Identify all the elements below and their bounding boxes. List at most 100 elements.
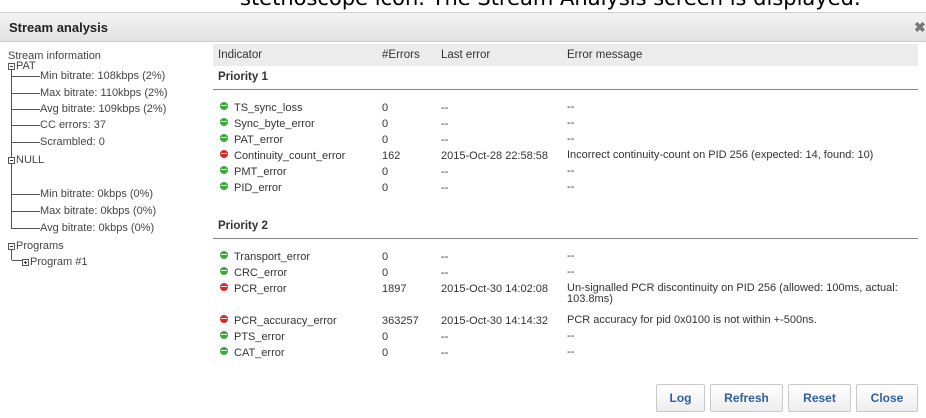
expand-icon[interactable] <box>22 258 29 266</box>
column-header-indicator: Indicator <box>218 49 263 61</box>
last-error-time: -- <box>441 102 449 114</box>
last-error-time: -- <box>441 347 449 359</box>
reset-button[interactable]: Reset <box>788 384 851 412</box>
table-row: PCR_accuracy_error 363257 2015-Oct-30 14:1… <box>213 315 918 327</box>
document-caption: stethoscope icon. The Stream Analysis sc… <box>0 0 926 12</box>
last-error-time: -- <box>441 251 449 263</box>
refresh-button[interactable]: Refresh <box>710 384 783 412</box>
table-row: CAT_error 0 -- -- <box>213 347 918 359</box>
error-message: -- <box>567 165 575 177</box>
status-ok-icon <box>220 251 228 259</box>
status-error-icon <box>220 283 228 291</box>
column-header-error-message: Error message <box>567 49 643 61</box>
error-count: 0 <box>382 251 389 263</box>
indicator-name: PTS_error <box>234 331 285 343</box>
indicator-name: CRC_error <box>234 267 288 279</box>
column-header-errors: #Errors <box>382 49 420 61</box>
tree-node-null[interactable]: NULL <box>8 154 44 166</box>
tree-node-pat-label: PAT <box>16 60 36 72</box>
tree-node-pat[interactable]: PAT <box>8 60 36 72</box>
tree-leaf-pat-scrambled: Scrambled: 0 <box>40 136 105 148</box>
column-header-last-error: Last error <box>441 49 491 61</box>
indicator-name: Sync_byte_error <box>234 118 315 130</box>
error-count: 0 <box>382 134 389 146</box>
table-row: Continuity_count_error 162 2015-Oct-28 22:… <box>213 150 918 162</box>
status-ok-icon <box>220 347 228 355</box>
indicator-name: PMT_error <box>234 166 287 178</box>
tree-leaf-pat-avg-bitrate: Avg bitrate: 109kbps (2%) <box>40 103 167 115</box>
error-message: PCR accuracy for pid 0x0100 is not withi… <box>567 314 817 326</box>
last-error-time: 2015-Oct-30 14:14:32 <box>441 315 549 327</box>
error-message: Un-signalled PCR discontinuity on PID 25… <box>567 282 898 305</box>
error-count: 162 <box>382 150 401 162</box>
last-error-time: -- <box>441 331 449 343</box>
close-button[interactable]: Close <box>856 384 918 412</box>
tree-leaf-pat-cc-errors: CC errors: 37 <box>40 119 107 131</box>
dialog-title: Stream analysis <box>9 20 109 35</box>
tree-node-program-1-label: Program #1 <box>30 256 88 268</box>
table-row: PTS_error 0 -- -- <box>213 331 918 343</box>
divider <box>213 89 918 90</box>
error-message: -- <box>567 181 575 193</box>
indicator-name: CAT_error <box>234 347 285 359</box>
status-error-icon <box>220 150 228 158</box>
tree-node-program-1[interactable]: Program #1 <box>22 256 87 268</box>
table-row: PMT_error 0 -- -- <box>213 166 918 178</box>
last-error-time: -- <box>441 118 449 130</box>
status-ok-icon <box>220 118 228 126</box>
status-ok-icon <box>220 102 228 110</box>
indicator-name: PAT_error <box>234 134 284 146</box>
caption-text: stethoscope icon. The Stream Analysis sc… <box>240 0 861 10</box>
log-button[interactable]: Log <box>656 384 705 412</box>
error-message: -- <box>567 346 575 358</box>
tree-node-programs-label: Programs <box>16 240 64 252</box>
table-row: PCR_error 1897 2015-Oct-30 14:02:08 Un-sign… <box>213 283 918 305</box>
close-icon[interactable]: ✖ <box>914 19 926 36</box>
error-count: 0 <box>382 166 389 178</box>
error-count: 363257 <box>382 315 419 327</box>
indicator-name: TS_sync_loss <box>234 102 303 114</box>
status-ok-icon <box>220 182 228 190</box>
indicator-name: Transport_error <box>234 251 311 263</box>
error-message: -- <box>567 266 575 278</box>
error-message: -- <box>567 117 575 129</box>
table-row: PAT_error 0 -- -- <box>213 134 918 146</box>
indicator-name: PCR_error <box>234 283 287 295</box>
error-message: -- <box>567 330 575 342</box>
last-error-time: 2015-Oct-28 22:58:58 <box>441 150 549 162</box>
divider <box>213 238 918 239</box>
error-count: 1897 <box>382 283 407 295</box>
table-row: Sync_byte_error 0 -- -- <box>213 118 918 130</box>
status-ok-icon <box>220 166 228 174</box>
last-error-time: -- <box>441 134 449 146</box>
tree-leaf-null-max-bitrate: Max bitrate: 0kbps (0%) <box>40 205 157 217</box>
tree-node-null-label: NULL <box>16 154 45 166</box>
priority-2-heading: Priority 2 <box>218 220 268 232</box>
error-count: 0 <box>382 267 389 279</box>
tree-leaf-null-min-bitrate: Min bitrate: 0kbps (0%) <box>40 188 154 200</box>
error-count: 0 <box>382 102 389 114</box>
priority-1-heading: Priority 1 <box>218 71 268 83</box>
table-row: CRC_error 0 -- -- <box>213 267 918 279</box>
error-count: 0 <box>382 331 389 343</box>
error-count: 0 <box>382 118 389 130</box>
status-ok-icon <box>220 134 228 142</box>
tree-node-programs[interactable]: Programs <box>8 240 64 252</box>
error-message: -- <box>567 133 575 145</box>
indicator-name: PCR_accuracy_error <box>234 315 337 327</box>
status-ok-icon <box>220 267 228 275</box>
table-header: Indicator #Errors Last error Error messa… <box>213 44 918 66</box>
indicator-name: Continuity_count_error <box>234 150 346 162</box>
status-error-icon <box>220 315 228 323</box>
indicator-name: PID_error <box>234 182 282 194</box>
status-ok-icon <box>220 331 228 339</box>
table-row: PID_error 0 -- -- <box>213 182 918 194</box>
dialog-titlebar: Stream analysis ✖ <box>0 12 926 42</box>
tree-leaf-pat-min-bitrate: Min bitrate: 108kbps (2%) <box>40 70 166 82</box>
tree-leaf-pat-max-bitrate: Max bitrate: 110kbps (2%) <box>40 87 168 99</box>
error-message: -- <box>567 250 575 262</box>
error-count: 0 <box>382 347 389 359</box>
last-error-time: -- <box>441 182 449 194</box>
last-error-time: 2015-Oct-30 14:02:08 <box>441 283 549 295</box>
last-error-time: -- <box>441 166 449 178</box>
